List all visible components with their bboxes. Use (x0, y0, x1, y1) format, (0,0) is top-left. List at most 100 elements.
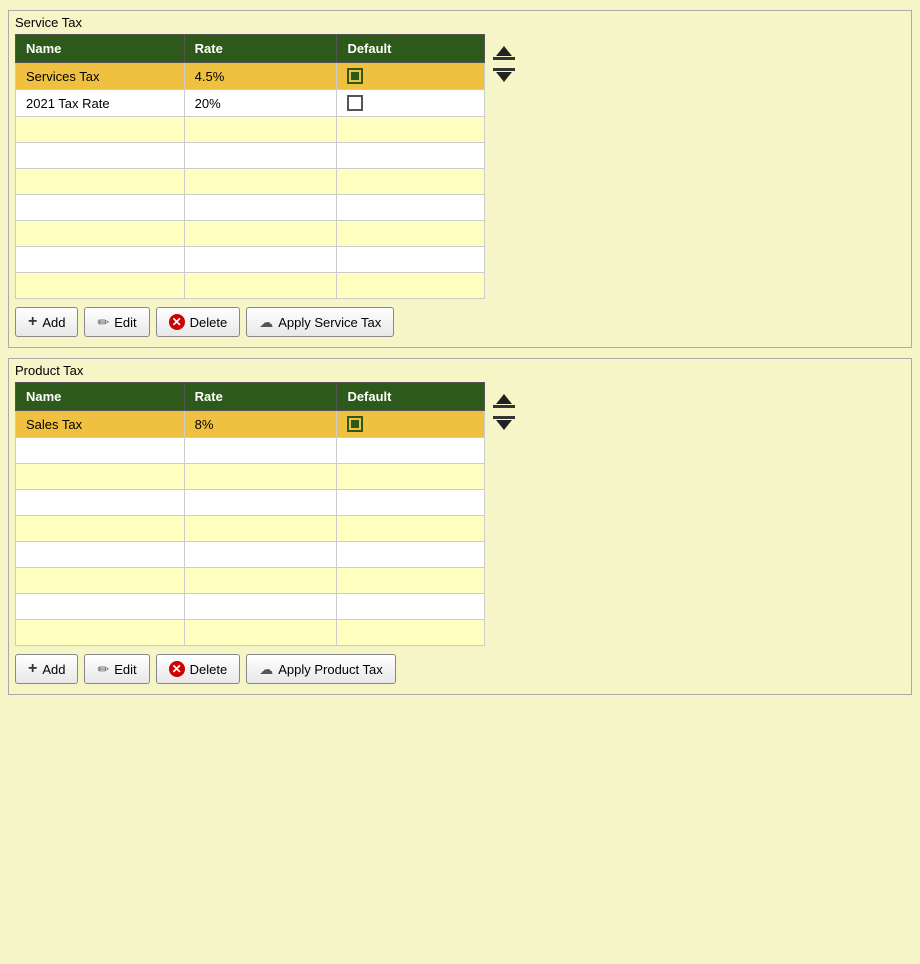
empty-name-cell (16, 438, 185, 464)
product-tax-col-name: Name (16, 383, 185, 411)
product-tax-title: Product Tax (9, 359, 911, 382)
empty-rate-cell (184, 195, 337, 221)
empty-rate-cell (184, 247, 337, 273)
service-tax-edit-label: Edit (114, 315, 136, 330)
empty-name-cell (16, 247, 185, 273)
apply-product-tax-icon: ☁ (259, 661, 273, 678)
product-edit-icon: ✏ (97, 661, 109, 678)
sort-up-line-icon (493, 57, 515, 60)
empty-name-cell (16, 169, 185, 195)
service-tax-table: Name Rate Default Services Tax4.5%2021 T… (15, 34, 485, 299)
service-tax-table-wrapper: Name Rate Default Services Tax4.5%2021 T… (9, 34, 911, 299)
empty-default-cell (337, 464, 485, 490)
product-tax-delete-button[interactable]: ✕ Delete (156, 654, 241, 684)
service-tax-col-name: Name (16, 35, 185, 63)
empty-name-cell (16, 143, 185, 169)
table-row[interactable] (16, 438, 485, 464)
empty-rate-cell (184, 620, 337, 646)
product-delete-icon: ✕ (169, 661, 185, 677)
product-tax-sort-up-button[interactable] (491, 392, 517, 410)
table-row[interactable] (16, 221, 485, 247)
table-row[interactable] (16, 594, 485, 620)
empty-default-cell (337, 221, 485, 247)
empty-name-cell (16, 195, 185, 221)
product-tax-edit-label: Edit (114, 662, 136, 677)
service-tax-delete-button[interactable]: ✕ Delete (156, 307, 241, 337)
empty-default-cell (337, 568, 485, 594)
empty-name-cell (16, 273, 185, 299)
empty-name-cell (16, 568, 185, 594)
table-row[interactable] (16, 117, 485, 143)
empty-default-cell (337, 620, 485, 646)
empty-default-cell (337, 273, 485, 299)
product-tax-action-bar: + Add ✏ Edit ✕ Delete ☁ Apply Product Ta… (9, 646, 911, 686)
product-tax-add-label: Add (42, 662, 65, 677)
product-tax-section: Product Tax Name Rate Default Sales Tax8… (8, 358, 912, 695)
empty-rate-cell (184, 542, 337, 568)
empty-rate-cell (184, 594, 337, 620)
product-add-icon: + (28, 660, 37, 678)
table-row[interactable] (16, 143, 485, 169)
service-tax-apply-label: Apply Service Tax (278, 315, 381, 330)
table-row[interactable]: Sales Tax8% (16, 411, 485, 438)
table-row[interactable] (16, 516, 485, 542)
product-tax-sort-buttons (491, 382, 517, 432)
table-row[interactable]: 2021 Tax Rate20% (16, 90, 485, 117)
sort-down-arrow-icon (496, 72, 512, 82)
empty-rate-cell (184, 490, 337, 516)
product-tax-edit-button[interactable]: ✏ Edit (84, 654, 149, 684)
empty-default-cell (337, 117, 485, 143)
tax-default-cell (337, 63, 485, 90)
tax-name-cell: Services Tax (16, 63, 185, 90)
product-tax-col-rate: Rate (184, 383, 337, 411)
empty-default-cell (337, 516, 485, 542)
empty-default-cell (337, 490, 485, 516)
empty-default-cell (337, 143, 485, 169)
table-row[interactable] (16, 195, 485, 221)
table-row[interactable] (16, 542, 485, 568)
product-tax-sort-down-button[interactable] (491, 414, 517, 432)
default-checkbox-unchecked[interactable] (347, 95, 363, 111)
service-tax-title: Service Tax (9, 11, 911, 34)
product-tax-apply-button[interactable]: ☁ Apply Product Tax (246, 654, 396, 684)
empty-rate-cell (184, 117, 337, 143)
service-tax-col-default: Default (337, 35, 485, 63)
table-row[interactable] (16, 169, 485, 195)
empty-default-cell (337, 438, 485, 464)
service-tax-col-rate: Rate (184, 35, 337, 63)
empty-rate-cell (184, 438, 337, 464)
service-tax-section: Service Tax Name Rate Default Services T… (8, 10, 912, 348)
table-row[interactable]: Services Tax4.5% (16, 63, 485, 90)
table-row[interactable] (16, 620, 485, 646)
service-tax-sort-up-button[interactable] (491, 44, 517, 62)
service-tax-sort-down-button[interactable] (491, 66, 517, 84)
empty-name-cell (16, 516, 185, 542)
empty-name-cell (16, 221, 185, 247)
tax-default-cell (337, 90, 485, 117)
empty-name-cell (16, 464, 185, 490)
service-tax-edit-button[interactable]: ✏ Edit (84, 307, 149, 337)
service-tax-add-button[interactable]: + Add (15, 307, 78, 337)
product-tax-table: Name Rate Default Sales Tax8% (15, 382, 485, 646)
product-sort-down-arrow-icon (496, 420, 512, 430)
product-tax-delete-label: Delete (190, 662, 228, 677)
table-row[interactable] (16, 273, 485, 299)
product-sort-up-line-icon (493, 405, 515, 408)
service-tax-delete-label: Delete (190, 315, 228, 330)
table-row[interactable] (16, 247, 485, 273)
add-icon: + (28, 313, 37, 331)
product-tax-add-button[interactable]: + Add (15, 654, 78, 684)
table-row[interactable] (16, 464, 485, 490)
product-tax-col-default: Default (337, 383, 485, 411)
table-row[interactable] (16, 490, 485, 516)
service-tax-add-label: Add (42, 315, 65, 330)
service-tax-apply-button[interactable]: ☁ Apply Service Tax (246, 307, 394, 337)
tax-rate-cell: 20% (184, 90, 337, 117)
empty-default-cell (337, 195, 485, 221)
empty-default-cell (337, 169, 485, 195)
default-checkbox-checked[interactable] (347, 416, 363, 432)
table-row[interactable] (16, 568, 485, 594)
empty-rate-cell (184, 273, 337, 299)
default-checkbox-checked[interactable] (347, 68, 363, 84)
empty-rate-cell (184, 516, 337, 542)
